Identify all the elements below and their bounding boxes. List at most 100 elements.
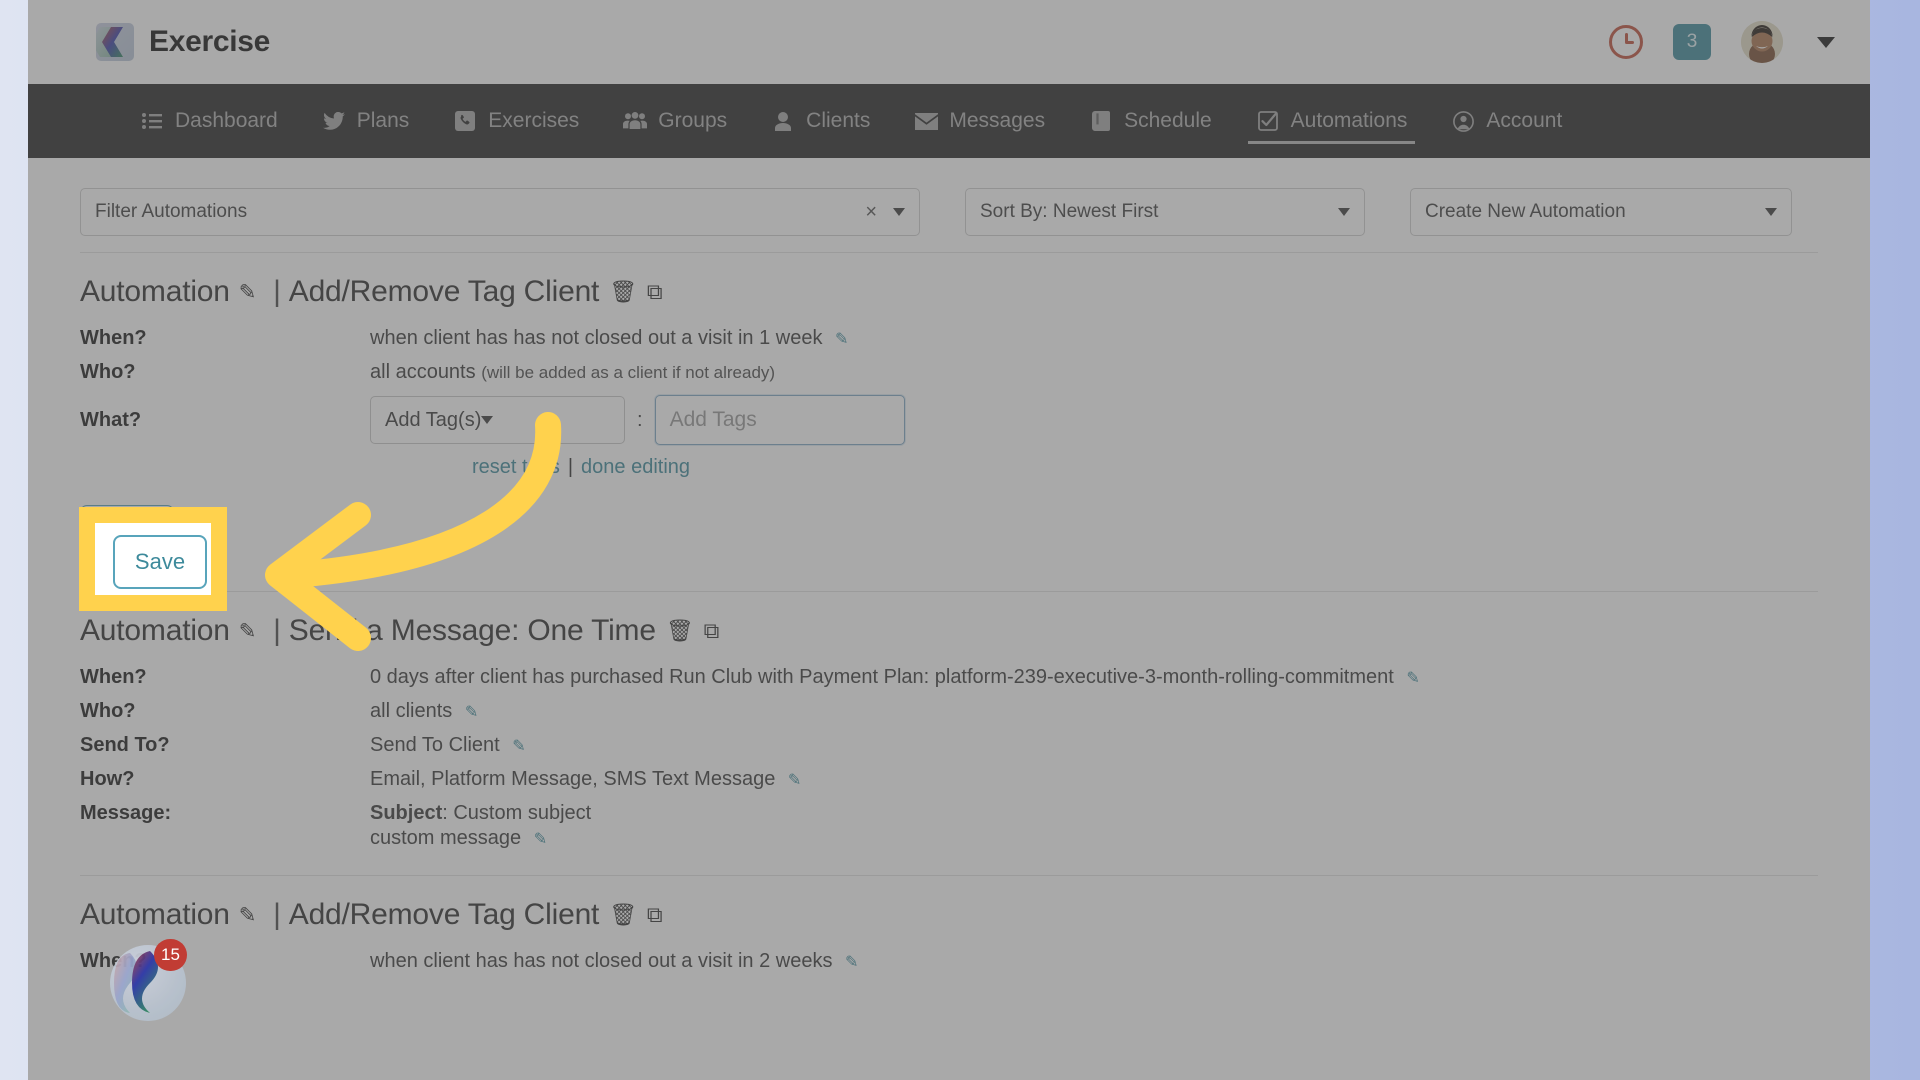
- done-editing-link[interactable]: done editing: [581, 456, 690, 478]
- row-value: 0 days after client has purchased Run Cl…: [370, 666, 1420, 689]
- automation-rows: When? when client has has not closed out…: [80, 327, 1818, 479]
- user-circle-icon: [1451, 109, 1475, 133]
- automation-title: Automation ✎ | Send a Message: One Time …: [80, 614, 1818, 648]
- trash-icon[interactable]: 🗑: [609, 279, 637, 305]
- pencil-icon[interactable]: ✎: [534, 831, 547, 848]
- reset-tags-link[interactable]: reset tags: [472, 456, 560, 478]
- automation-card: Automation ✎ | Add/Remove Tag Client 🗑 ⧉…: [80, 253, 1818, 591]
- nav-label: Automations: [1290, 109, 1408, 132]
- chat-widget[interactable]: 15: [110, 939, 187, 1021]
- notification-count-badge[interactable]: 3: [1673, 24, 1711, 60]
- message-body-line: custom message ✎: [370, 827, 591, 850]
- save-button[interactable]: Save: [80, 505, 174, 559]
- row-value-text: Email, Platform Message, SMS Text Messag…: [370, 768, 776, 790]
- nav-item-automations[interactable]: Automations: [1234, 84, 1430, 158]
- brand[interactable]: Exercise: [96, 23, 270, 61]
- message-subject-line: Subject: Custom subject: [370, 802, 591, 825]
- row-send-to: Send To? Send To Client ✎: [80, 734, 1818, 757]
- chat-badge-count: 15: [154, 939, 187, 971]
- title-divider: |: [273, 614, 281, 647]
- nav-item-account[interactable]: Account: [1429, 84, 1584, 158]
- pencil-icon[interactable]: ✎: [465, 704, 478, 721]
- toolbar-row: Filter Automations × Sort By: Newest Fir…: [80, 176, 1818, 252]
- main-navigation: Dashboard Plans Exercises Groups Clients…: [28, 84, 1870, 158]
- row-key: Who?: [80, 361, 136, 383]
- row-value: Subject: Custom subject custom message ✎: [370, 802, 591, 850]
- duplicate-icon[interactable]: ⧉: [647, 279, 663, 305]
- row-value: all accounts (will be added as a client …: [370, 361, 775, 384]
- row-key: Who?: [80, 700, 136, 722]
- automation-prefix: Automation: [80, 275, 230, 308]
- chevron-down-icon[interactable]: [1817, 36, 1835, 48]
- sort-by-select[interactable]: Sort By: Newest First: [965, 188, 1365, 236]
- clear-x-icon[interactable]: ×: [865, 201, 893, 224]
- nav-label: Plans: [356, 109, 410, 132]
- sort-value: Sort By: Newest First: [980, 201, 1159, 222]
- twitter-bird-icon: [322, 109, 346, 133]
- add-tags-placeholder: Add Tags: [669, 408, 757, 431]
- filter-automations-input[interactable]: Filter Automations ×: [80, 188, 920, 236]
- add-tags-input[interactable]: Add Tags: [654, 395, 905, 445]
- automation-title: Automation ✎ | Add/Remove Tag Client 🗑 ⧉: [80, 898, 1818, 932]
- nav-item-messages[interactable]: Messages: [892, 84, 1067, 158]
- pencil-icon[interactable]: ✎: [1406, 670, 1419, 687]
- chevron-down-icon[interactable]: [893, 208, 905, 216]
- nav-label: Messages: [949, 109, 1046, 132]
- row-value: Send To Client ✎: [370, 734, 526, 757]
- trash-icon[interactable]: 🗑: [666, 618, 694, 644]
- row-value: when client has has not closed out a vis…: [370, 950, 858, 973]
- tag-action-select[interactable]: Add Tag(s): [370, 396, 625, 444]
- row-value-text: Send To Client: [370, 734, 500, 756]
- phone-square-icon: [453, 109, 477, 133]
- title-divider: |: [273, 275, 281, 308]
- automation-prefix: Automation: [80, 614, 230, 647]
- nav-label: Groups: [658, 109, 728, 132]
- nav-label: Account: [1486, 109, 1563, 132]
- create-new-automation-select[interactable]: Create New Automation: [1410, 188, 1792, 236]
- pencil-icon[interactable]: ✎: [239, 619, 257, 644]
- automation-name: Add/Remove Tag Client: [288, 898, 600, 931]
- exercise-wave-logo-icon: [96, 23, 134, 61]
- row-key: When?: [80, 327, 147, 349]
- row-key: When?: [80, 666, 147, 688]
- nav-label: Clients: [806, 109, 871, 132]
- row-value-suffix: (will be added as a client if not alread…: [481, 363, 776, 382]
- row-key: Send To?: [80, 734, 170, 756]
- automation-name: Send a Message: One Time: [288, 614, 656, 647]
- row-key: Message:: [80, 802, 172, 824]
- list-icon: [140, 109, 164, 133]
- pencil-icon[interactable]: ✎: [239, 280, 257, 305]
- row-value: all clients ✎: [370, 700, 478, 723]
- pencil-icon[interactable]: ✎: [239, 903, 257, 928]
- trash-icon[interactable]: 🗑: [609, 902, 637, 928]
- pencil-icon[interactable]: ✎: [835, 331, 848, 348]
- duplicate-icon[interactable]: ⧉: [704, 618, 720, 644]
- nav-item-clients[interactable]: Clients: [749, 84, 892, 158]
- nav-item-exercises[interactable]: Exercises: [431, 84, 601, 158]
- row-value-text: when client has has not closed out a vis…: [370, 950, 833, 972]
- nav-label: Schedule: [1124, 109, 1212, 132]
- pencil-icon[interactable]: ✎: [788, 772, 801, 789]
- nav-item-schedule[interactable]: Schedule: [1067, 84, 1234, 158]
- pencil-icon[interactable]: ✎: [845, 954, 858, 971]
- nav-item-dashboard[interactable]: Dashboard: [118, 84, 300, 158]
- duplicate-icon[interactable]: ⧉: [647, 902, 663, 928]
- pencil-icon[interactable]: ✎: [512, 738, 525, 755]
- book-icon: [1089, 109, 1113, 133]
- row-who: Who? all clients ✎: [80, 700, 1818, 723]
- brand-name: Exercise: [149, 25, 271, 58]
- tag-action-value: Add Tag(s): [385, 408, 482, 431]
- users-icon: [623, 109, 648, 133]
- clock-icon[interactable]: [1609, 25, 1643, 59]
- title-divider: |: [273, 898, 281, 931]
- nav-item-groups[interactable]: Groups: [601, 84, 749, 158]
- row-when: When? when client has has not closed out…: [80, 950, 1818, 973]
- nav-item-plans[interactable]: Plans: [300, 84, 432, 158]
- avatar[interactable]: [1741, 21, 1783, 63]
- row-value-text: 0 days after client has purchased Run Cl…: [370, 666, 1394, 688]
- row-value-text: when client has has not closed out a vis…: [370, 327, 823, 349]
- row-when: When? when client has has not closed out…: [80, 327, 1818, 350]
- top-bar: Exercise 3: [28, 0, 1870, 84]
- automation-rows: When? 0 days after client has purchased …: [80, 666, 1818, 850]
- save-area: Save: [80, 479, 1818, 577]
